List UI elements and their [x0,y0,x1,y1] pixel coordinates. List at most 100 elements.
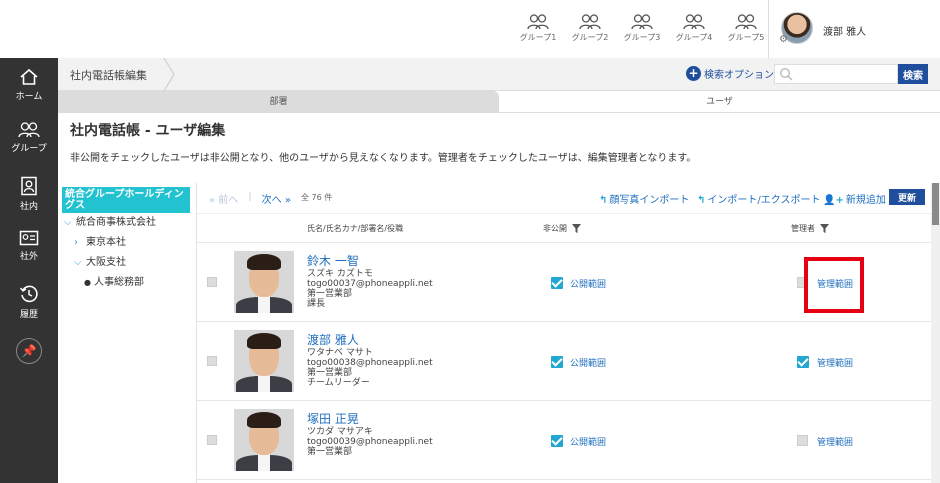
group-shortcut-1[interactable]: グループ1 [512,8,564,43]
user-role: 課長 [307,299,326,309]
sidebar-item-home[interactable]: ホーム [0,58,58,112]
user-name-link[interactable]: 塚田 正晃 [307,410,359,427]
search-button[interactable]: 検索 [898,64,928,84]
next-page-button[interactable]: 次へ » [262,191,291,206]
sidebar-item-internal[interactable]: 社内 [0,166,58,220]
user-kana: スズキ カズトモ [307,269,373,279]
search-options-label: 検索オプション [704,70,774,81]
update-button[interactable]: 更新 [889,189,925,205]
breadcrumb-arrow-icon [163,58,175,91]
user-email: togo00039@phoneappli.net [307,437,433,447]
contact-card-icon [19,230,39,246]
private-checkbox[interactable] [551,435,563,447]
filter-icon[interactable] [572,224,581,233]
public-scope-link[interactable]: 公開範囲 [570,277,606,290]
sidebar-item-label: 社外 [19,252,38,262]
user-kana: ワタナベ マサト [307,348,373,358]
sidebar-item-group[interactable]: グループ [0,112,58,166]
admin-checkbox[interactable] [797,435,808,446]
group-icon [631,14,653,30]
add-user-button[interactable]: 👤+ 新規追加 [823,191,886,206]
user-dept: 第一営業部 [307,447,353,457]
column-header-name: 氏名/氏名カナ/部署名/役職 [307,224,404,233]
tab-bar: 部署 ユーザ [58,91,940,113]
table-header: 氏名/氏名カナ/部署名/役職 非公開 管理者 [197,213,932,243]
user-name: 渡部 雅人 [823,27,867,38]
result-count: 全 76 件 [300,193,333,202]
public-scope-link[interactable]: 公開範囲 [570,435,606,448]
group-icon [683,14,705,30]
page-description: 非公開をチェックしたユーザは非公開となり、他のユーザから見えなくなります。管理者… [70,153,697,164]
filter-icon[interactable] [820,224,829,233]
search-box [774,64,898,84]
row-select-checkbox[interactable] [207,277,217,287]
prev-label: 前へ [218,195,239,206]
row-select-checkbox[interactable] [207,435,217,445]
prev-page-button[interactable]: « 前へ [209,191,238,206]
admin-scope-link[interactable]: 管理範囲 [817,356,853,369]
search-options-link[interactable]: + 検索オプション [686,66,774,81]
tree-node-label: 大阪支社 [86,257,126,268]
import-arrow-icon: ↰ [697,195,706,206]
column-header-private: 非公開 [543,223,581,234]
bullet-icon: ● [84,278,91,287]
tree-node[interactable]: ⌵ 大阪支社 [58,253,194,273]
search-icon [779,67,793,81]
tree-node-label: 統合商事株式会社 [76,217,156,228]
row-select-checkbox[interactable] [207,356,217,366]
tab-user[interactable]: ユーザ [499,91,940,113]
breadcrumb[interactable]: 社内電話帳編集 [70,67,147,83]
photo-import-label: 顔写真インポート [609,195,690,206]
sidebar-item-external[interactable]: 社外 [0,220,58,274]
user-name-link[interactable]: 鈴木 一智 [307,252,359,269]
gear-icon: ⚙ [779,34,788,45]
sidebar-item-history[interactable]: 履歴 [0,274,58,328]
photo-import-button[interactable]: ↰ 顔写真インポート [599,191,689,206]
user-menu[interactable]: ⚙ 渡部 雅人 [768,0,940,58]
private-checkbox[interactable] [551,277,563,289]
table-row: 塚田 正晃 ツカダ マサアキ togo00039@phoneappli.net … [197,401,932,480]
scrollbar[interactable] [931,183,940,483]
sidebar-item-label: ホーム [15,92,43,102]
import-export-button[interactable]: ↰ インポート/エクスポート [697,191,820,206]
public-scope-link[interactable]: 公開範囲 [570,356,606,369]
admin-scope-link[interactable]: 管理範囲 [817,435,853,448]
user-name-link[interactable]: 渡部 雅人 [307,331,359,348]
user-dept: 第一営業部 [307,368,353,378]
page-title: 社内電話帳 - ユーザ編集 [70,123,226,139]
pager: « 前へ | 次へ » 全 76 件 [209,191,332,206]
tree-node-label: 人事総務部 [94,277,144,288]
list-toolbar: « 前へ | 次へ » 全 76 件 ↰ 顔写真インポート ↰ インポート/エクスポ… [197,183,932,213]
tree-node[interactable]: › 東京本社 [58,233,194,253]
column-header-admin: 管理者 [791,223,829,234]
sidebar-item-label: 履歴 [19,310,38,320]
add-user-label: 新規追加 [845,195,886,206]
group-shortcut-5[interactable]: グループ5 [720,8,772,43]
table-row: 渡部 雅人 ワタナベ マサト togo00038@phoneappli.net … [197,322,932,401]
user-info: スズキ カズトモ togo00037@phoneappli.net 第一営業部 … [307,269,433,309]
admin-checkbox[interactable] [797,356,809,368]
tree-node-label: 東京本社 [86,237,126,248]
tab-department[interactable]: 部署 [58,91,499,113]
group-label: グループ2 [571,33,609,42]
search-input[interactable] [797,66,895,82]
group-icon [735,14,757,30]
chevron-down-icon[interactable]: ⌵ [74,253,86,273]
scrollbar-thumb[interactable] [932,183,939,225]
group-label: グループ1 [519,33,557,42]
chevron-right-icon[interactable]: › [74,233,86,253]
add-user-icon: 👤+ [823,195,844,206]
chevron-down-icon[interactable]: ⌵ [64,213,76,233]
group-label: グループ4 [675,33,713,42]
pin-icon[interactable]: 📌 [16,338,42,364]
tree-node[interactable]: ● 人事総務部 [58,273,194,293]
group-shortcut-2[interactable]: グループ2 [564,8,616,43]
user-info: ワタナベ マサト togo00038@phoneappli.net 第一営業部 … [307,348,433,388]
user-info: ツカダ マサアキ togo00039@phoneappli.net 第一営業部 [307,427,433,457]
tree-root[interactable]: 統合グループホールディングス [62,187,190,213]
user-photo [234,409,294,471]
tree-node[interactable]: ⌵ 統合商事株式会社 [58,213,194,233]
group-shortcut-4[interactable]: グループ4 [668,8,720,43]
group-shortcut-3[interactable]: グループ3 [616,8,668,43]
private-checkbox[interactable] [551,356,563,368]
